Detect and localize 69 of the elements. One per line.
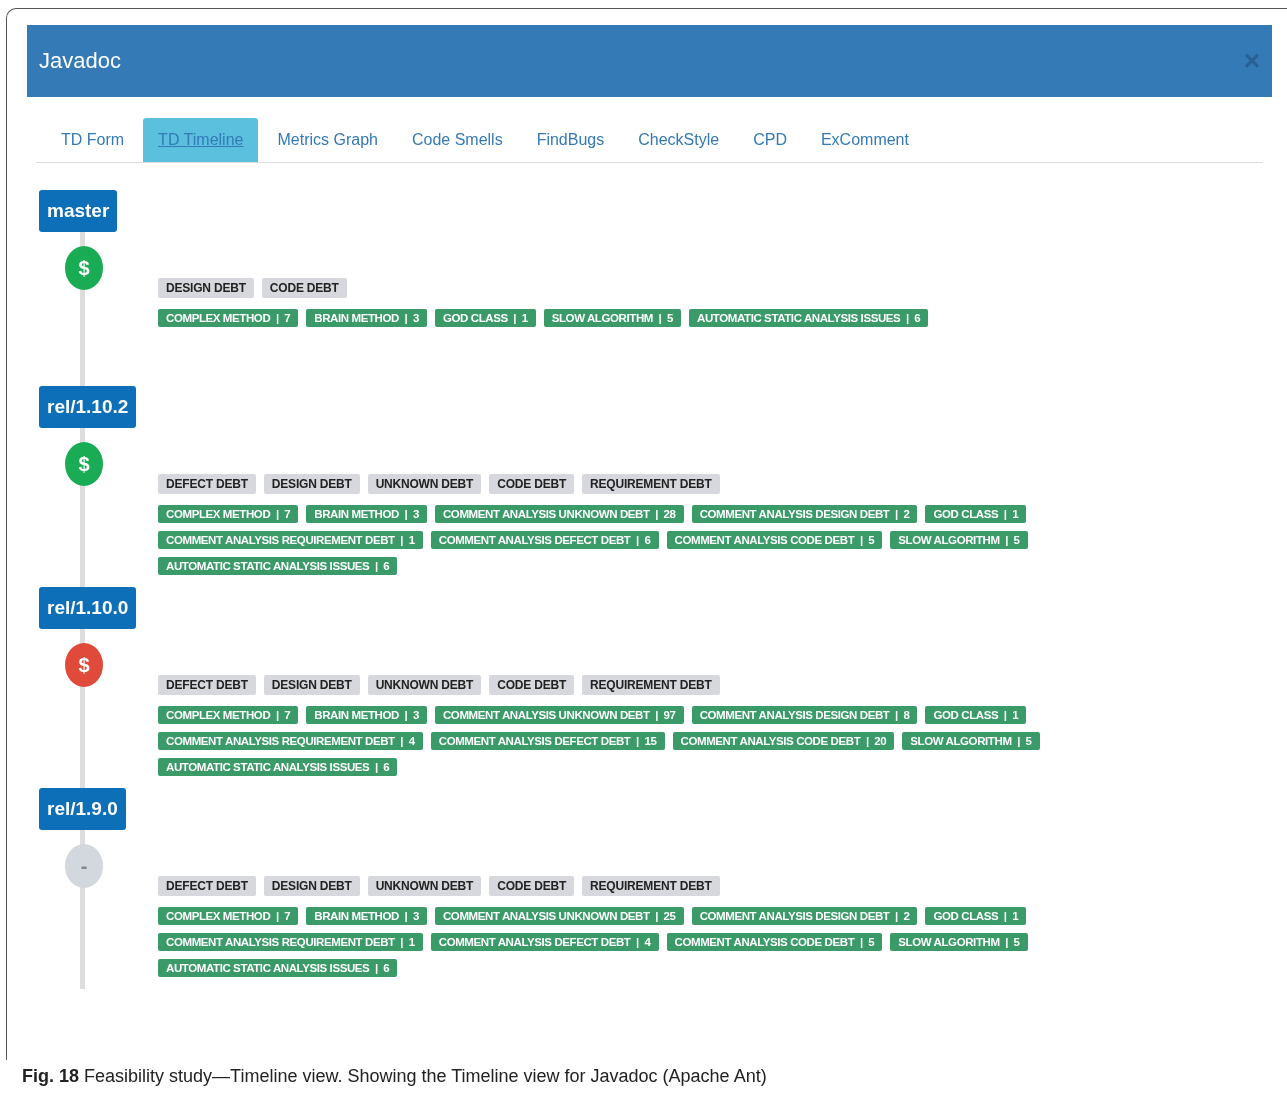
status-dot: $ <box>65 246 103 290</box>
metric-tag: COMPLEX METHOD | 7 <box>158 505 299 523</box>
debt-type-tag: DESIGN DEBT <box>263 876 360 896</box>
tab[interactable]: TD Form <box>46 118 140 162</box>
debt-type-tag: CODE DEBT <box>489 675 575 695</box>
modal-title: Javadoc <box>39 48 121 74</box>
branch-label: rel/1.10.2 <box>39 386 137 428</box>
metric-tag: COMMENT ANALYSIS REQUIREMENT DEBT | 1 <box>158 531 423 549</box>
debt-type-tag: UNKNOWN DEBT <box>367 474 482 494</box>
debt-type-tag: DESIGN DEBT <box>263 675 360 695</box>
metric-tag: COMMENT ANALYSIS UNKNOWN DEBT | 97 <box>434 706 684 724</box>
metric-tag: AUTOMATIC STATIC ANALYSIS ISSUES | 6 <box>689 309 929 327</box>
status-dot: - <box>65 844 103 888</box>
metric-tag: BRAIN METHOD | 3 <box>306 505 427 523</box>
metric-tag: COMMENT ANALYSIS DESIGN DEBT | 2 <box>691 907 918 925</box>
metric-tag: COMMENT ANALYSIS REQUIREMENT DEBT | 4 <box>158 732 423 750</box>
metric-tag: GOD CLASS | 1 <box>434 309 536 327</box>
metric-tag: SLOW ALGORITHM | 5 <box>890 531 1028 549</box>
branch-label: rel/1.9.0 <box>39 788 126 830</box>
metric-tag: COMPLEX METHOD | 7 <box>158 907 299 925</box>
tab[interactable]: FindBugs <box>521 118 620 162</box>
metric-tag: COMMENT ANALYSIS DESIGN DEBT | 2 <box>691 505 918 523</box>
tab[interactable]: ExComment <box>805 118 924 162</box>
metric-tag: SLOW ALGORITHM | 5 <box>890 933 1028 951</box>
metric-tag: SLOW ALGORITHM | 5 <box>902 732 1040 750</box>
debt-type-tag: DESIGN DEBT <box>263 474 360 494</box>
tab[interactable]: CheckStyle <box>623 118 735 162</box>
debt-type-tag: DESIGN DEBT <box>158 278 254 298</box>
branch-label: rel/1.10.0 <box>39 587 137 629</box>
metric-tag: COMMENT ANALYSIS CODE DEBT | 5 <box>666 531 883 549</box>
debt-type-tag: UNKNOWN DEBT <box>367 675 482 695</box>
debt-type-tag: CODE DEBT <box>489 876 575 896</box>
metric-tag: GOD CLASS | 1 <box>925 505 1027 523</box>
metric-tag: COMMENT ANALYSIS UNKNOWN DEBT | 28 <box>434 505 684 523</box>
status-dot: $ <box>65 442 103 486</box>
metric-tag: COMMENT ANALYSIS CODE DEBT | 20 <box>672 732 895 750</box>
status-dot: $ <box>65 643 103 687</box>
debt-type-tag: REQUIREMENT DEBT <box>582 876 720 896</box>
debt-type-tag: DEFECT DEBT <box>158 876 256 896</box>
debt-type-tag: REQUIREMENT DEBT <box>582 675 720 695</box>
debt-type-tag: DEFECT DEBT <box>158 675 256 695</box>
branch-label: master <box>39 190 118 232</box>
metric-tag: COMMENT ANALYSIS DESIGN DEBT | 8 <box>691 706 918 724</box>
metric-tag: COMMENT ANALYSIS REQUIREMENT DEBT | 1 <box>158 933 423 951</box>
metric-tag: AUTOMATIC STATIC ANALYSIS ISSUES | 6 <box>158 758 398 776</box>
metric-tag: COMMENT ANALYSIS UNKNOWN DEBT | 25 <box>434 907 684 925</box>
tab[interactable]: Metrics Graph <box>262 118 393 162</box>
metric-tag: COMMENT ANALYSIS DEFECT DEBT | 4 <box>430 933 659 951</box>
metric-tag: COMMENT ANALYSIS DEFECT DEBT | 6 <box>430 531 659 549</box>
debt-type-tag: DEFECT DEBT <box>158 474 256 494</box>
metric-tag: AUTOMATIC STATIC ANALYSIS ISSUES | 6 <box>158 557 398 575</box>
metric-tag: BRAIN METHOD | 3 <box>306 309 427 327</box>
metric-tag: SLOW ALGORITHM | 5 <box>543 309 681 327</box>
metric-tag: COMMENT ANALYSIS DEFECT DEBT | 15 <box>430 732 665 750</box>
metric-tag: GOD CLASS | 1 <box>925 706 1027 724</box>
tab[interactable]: Code Smells <box>396 118 518 162</box>
debt-type-tag: REQUIREMENT DEBT <box>582 474 720 494</box>
metric-tag: COMPLEX METHOD | 7 <box>158 706 299 724</box>
debt-type-tag: UNKNOWN DEBT <box>367 876 482 896</box>
metric-tag: BRAIN METHOD | 3 <box>306 706 427 724</box>
metric-tag: COMPLEX METHOD | 7 <box>158 309 299 327</box>
metric-tag: GOD CLASS | 1 <box>925 907 1027 925</box>
figure-caption: Fig. 18 Feasibility study—Timeline view. Showing the Timeline view for Javadoc (Apache Ant) <box>21 1065 768 1087</box>
metric-tag: BRAIN METHOD | 3 <box>306 907 427 925</box>
metric-tag: COMMENT ANALYSIS CODE DEBT | 5 <box>666 933 883 951</box>
debt-type-tag: CODE DEBT <box>489 474 575 494</box>
metric-tag: AUTOMATIC STATIC ANALYSIS ISSUES | 6 <box>158 959 398 977</box>
debt-type-tag: CODE DEBT <box>261 278 347 298</box>
tab[interactable]: CPD <box>738 118 802 162</box>
